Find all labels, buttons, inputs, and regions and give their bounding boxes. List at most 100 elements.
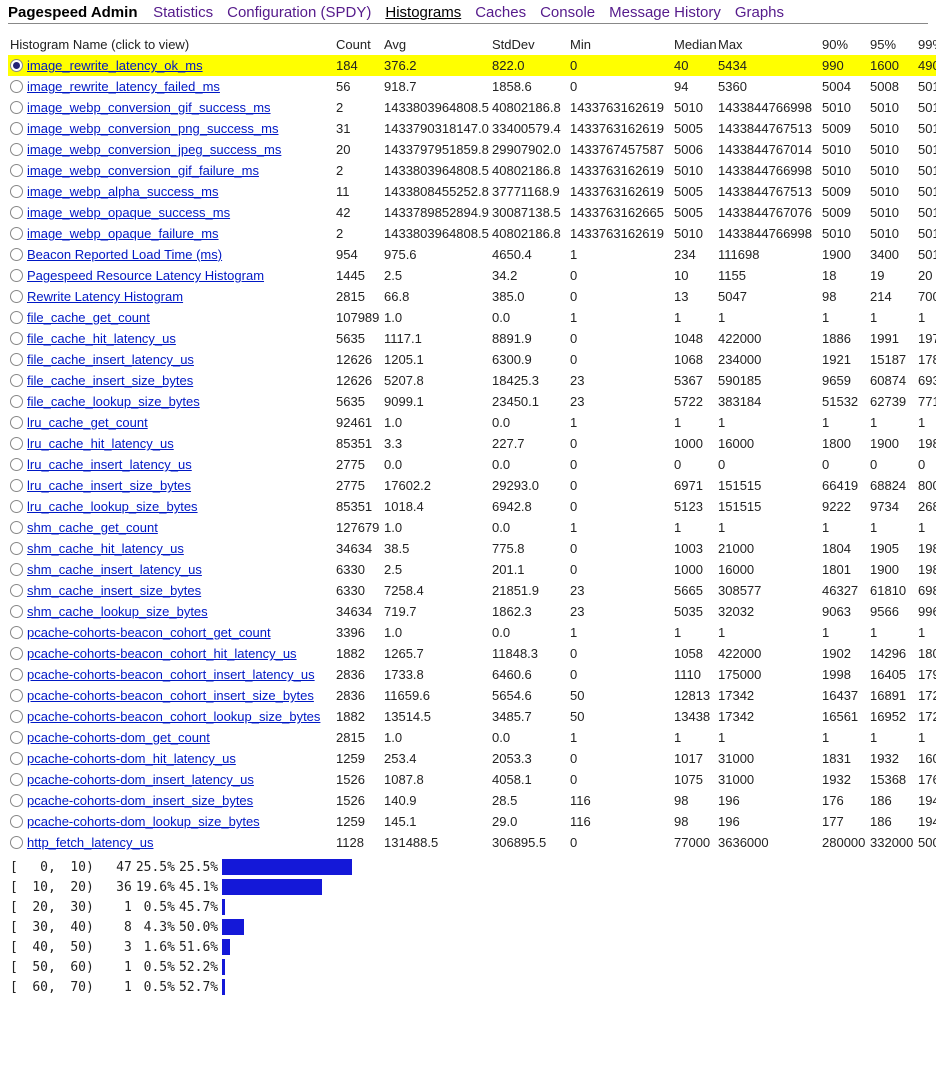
nav-link[interactable]: Caches — [475, 4, 526, 21]
histogram-name-link[interactable]: shm_cache_get_count — [27, 520, 158, 535]
histogram-name-link[interactable]: file_cache_lookup_size_bytes — [27, 394, 200, 409]
histogram-name-link[interactable]: image_webp_conversion_png_success_ms — [27, 121, 278, 136]
radio-icon[interactable] — [10, 374, 23, 387]
radio-icon[interactable] — [10, 143, 23, 156]
radio-icon[interactable] — [10, 164, 23, 177]
histogram-name-link[interactable]: lru_cache_insert_latency_us — [27, 457, 192, 472]
cell-med: 6971 — [672, 475, 716, 496]
nav-link[interactable]: Console — [540, 4, 595, 21]
histogram-name-link[interactable]: lru_cache_get_count — [27, 415, 148, 430]
radio-icon[interactable] — [10, 269, 23, 282]
radio-icon[interactable] — [10, 710, 23, 723]
table-row: shm_cache_get_count1276791.00.0111111 — [8, 517, 936, 538]
nav-link[interactable]: Graphs — [735, 4, 784, 21]
radio-icon[interactable] — [10, 563, 23, 576]
cell-sd: 0.0 — [490, 412, 568, 433]
cell-p90: 5010 — [820, 160, 868, 181]
radio-icon[interactable] — [10, 59, 23, 72]
histogram-name-link[interactable]: Beacon Reported Load Time (ms) — [27, 247, 222, 262]
histogram-name-link[interactable]: pcache-cohorts-dom_insert_latency_us — [27, 772, 254, 787]
radio-icon[interactable] — [10, 122, 23, 135]
radio-icon[interactable] — [10, 626, 23, 639]
nav-link[interactable]: Message History — [609, 4, 721, 21]
histogram-name-link[interactable]: pcache-cohorts-beacon_cohort_lookup_size… — [27, 709, 320, 724]
radio-icon[interactable] — [10, 521, 23, 534]
cell-p90: 5004 — [820, 76, 868, 97]
radio-icon[interactable] — [10, 332, 23, 345]
radio-icon[interactable] — [10, 794, 23, 807]
histogram-name-link[interactable]: file_cache_get_count — [27, 310, 150, 325]
cell-c: 85351 — [334, 433, 382, 454]
radio-icon[interactable] — [10, 605, 23, 618]
histogram-name-link[interactable]: file_cache_insert_size_bytes — [27, 373, 193, 388]
cell-p99: 5010 — [916, 181, 936, 202]
histogram-name-link[interactable]: lru_cache_insert_size_bytes — [27, 478, 191, 493]
bucket-row: [20,30)10.5%45.7% — [8, 897, 724, 917]
histogram-name-link[interactable]: shm_cache_insert_size_bytes — [27, 583, 201, 598]
radio-icon[interactable] — [10, 668, 23, 681]
radio-icon[interactable] — [10, 206, 23, 219]
radio-icon[interactable] — [10, 290, 23, 303]
histogram-name-link[interactable]: image_webp_opaque_success_ms — [27, 205, 230, 220]
radio-icon[interactable] — [10, 227, 23, 240]
histogram-name-link[interactable]: pcache-cohorts-beacon_cohort_get_count — [27, 625, 271, 640]
histogram-name-link[interactable]: shm_cache_insert_latency_us — [27, 562, 202, 577]
radio-icon[interactable] — [10, 80, 23, 93]
histogram-name-link[interactable]: image_webp_opaque_failure_ms — [27, 226, 219, 241]
histogram-name-link[interactable]: pcache-cohorts-dom_hit_latency_us — [27, 751, 236, 766]
cell-p95: 16405 — [868, 664, 916, 685]
radio-icon[interactable] — [10, 185, 23, 198]
cell-max: 111698 — [716, 244, 820, 265]
radio-icon[interactable] — [10, 500, 23, 513]
radio-icon[interactable] — [10, 836, 23, 849]
radio-icon[interactable] — [10, 311, 23, 324]
radio-icon[interactable] — [10, 815, 23, 828]
histogram-name-link[interactable]: image_rewrite_latency_failed_ms — [27, 79, 220, 94]
cell-p95: 15187 — [868, 349, 916, 370]
radio-icon[interactable] — [10, 731, 23, 744]
bucket-cell: 1 — [96, 897, 134, 917]
radio-icon[interactable] — [10, 437, 23, 450]
histogram-name-link[interactable]: lru_cache_hit_latency_us — [27, 436, 174, 451]
radio-icon[interactable] — [10, 395, 23, 408]
histogram-name-link[interactable]: Rewrite Latency Histogram — [27, 289, 183, 304]
radio-icon[interactable] — [10, 542, 23, 555]
column-header: 90% — [820, 34, 868, 55]
radio-icon[interactable] — [10, 458, 23, 471]
radio-icon[interactable] — [10, 689, 23, 702]
histogram-name-link[interactable]: Pagespeed Resource Latency Histogram — [27, 268, 264, 283]
radio-icon[interactable] — [10, 353, 23, 366]
radio-icon[interactable] — [10, 416, 23, 429]
histogram-name-link[interactable]: pcache-cohorts-beacon_cohort_insert_size… — [27, 688, 314, 703]
radio-icon[interactable] — [10, 479, 23, 492]
cell-c: 5635 — [334, 391, 382, 412]
histogram-name-link[interactable]: image_webp_conversion_gif_success_ms — [27, 100, 271, 115]
nav-link[interactable]: Histograms — [385, 4, 461, 21]
histogram-name-link[interactable]: shm_cache_hit_latency_us — [27, 541, 184, 556]
nav-link[interactable]: Statistics — [153, 4, 213, 21]
histogram-name-link[interactable]: pcache-cohorts-dom_insert_size_bytes — [27, 793, 253, 808]
radio-icon[interactable] — [10, 773, 23, 786]
histogram-name-link[interactable]: file_cache_hit_latency_us — [27, 331, 176, 346]
histogram-name-link[interactable]: http_fetch_latency_us — [27, 835, 153, 850]
radio-icon[interactable] — [10, 647, 23, 660]
histogram-name-link[interactable]: image_webp_alpha_success_ms — [27, 184, 219, 199]
radio-icon[interactable] — [10, 584, 23, 597]
nav-link[interactable]: Configuration (SPDY) — [227, 4, 371, 21]
histogram-name-link[interactable]: pcache-cohorts-beacon_cohort_insert_late… — [27, 667, 315, 682]
radio-icon[interactable] — [10, 752, 23, 765]
table-row: lru_cache_get_count924611.00.0111111 — [8, 412, 936, 433]
histogram-name-link[interactable]: image_rewrite_latency_ok_ms — [27, 58, 203, 73]
histogram-name-link[interactable]: image_webp_conversion_gif_failure_ms — [27, 163, 259, 178]
histogram-name-link[interactable]: pcache-cohorts-dom_lookup_size_bytes — [27, 814, 260, 829]
radio-icon[interactable] — [10, 101, 23, 114]
histogram-name-link[interactable]: pcache-cohorts-dom_get_count — [27, 730, 210, 745]
radio-icon[interactable] — [10, 248, 23, 261]
bucket-bar-cell — [220, 857, 724, 877]
histogram-name-link[interactable]: image_webp_conversion_jpeg_success_ms — [27, 142, 281, 157]
histogram-name-link[interactable]: shm_cache_lookup_size_bytes — [27, 604, 208, 619]
bucket-bar-cell — [220, 977, 724, 997]
histogram-name-link[interactable]: pcache-cohorts-beacon_cohort_hit_latency… — [27, 646, 297, 661]
histogram-name-link[interactable]: file_cache_insert_latency_us — [27, 352, 194, 367]
histogram-name-link[interactable]: lru_cache_lookup_size_bytes — [27, 499, 198, 514]
